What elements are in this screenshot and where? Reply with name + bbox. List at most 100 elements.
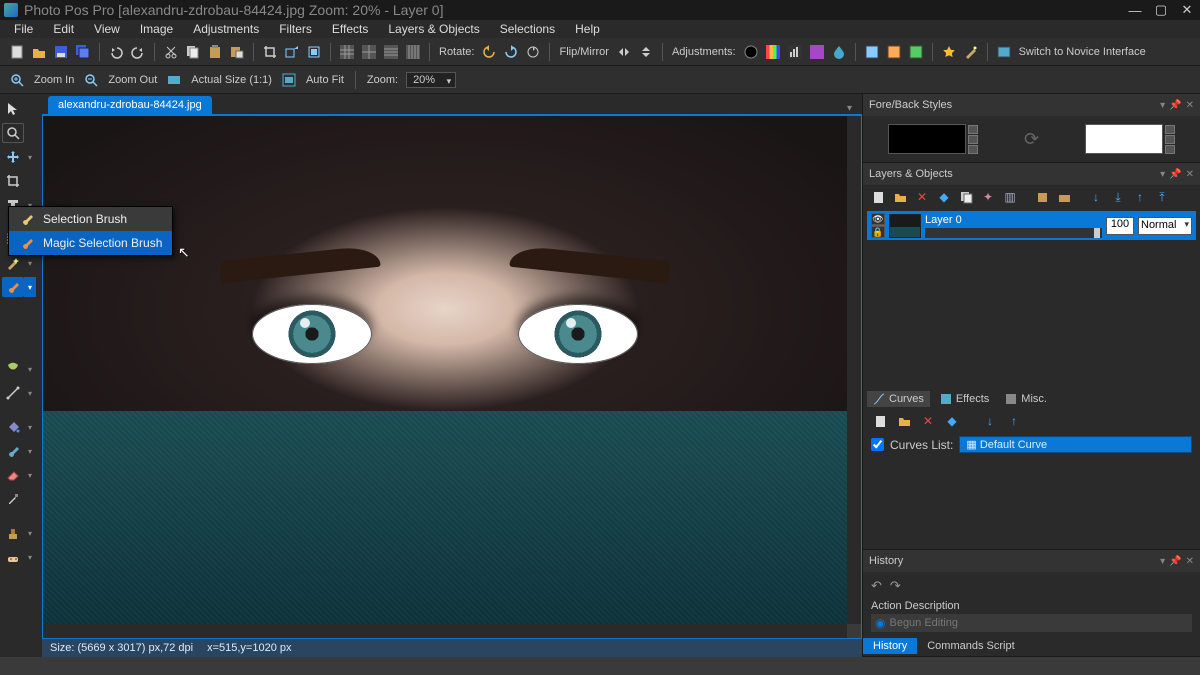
wand-tool-flyout[interactable]: ▾ — [24, 253, 36, 273]
canvas-vertical-scrollbar[interactable] — [847, 116, 861, 624]
line-tool-icon[interactable] — [2, 383, 24, 403]
back-opts-icon[interactable] — [1165, 145, 1175, 154]
curve-down-icon[interactable]: ↓ — [981, 412, 999, 430]
menu-effects[interactable]: Effects — [322, 22, 378, 36]
eraser-tool-icon[interactable] — [2, 465, 24, 485]
copy-icon[interactable] — [184, 43, 202, 61]
history-undo-icon[interactable]: ↶ — [871, 578, 882, 594]
back-reset-icon[interactable] — [1165, 135, 1175, 144]
layer-new-icon[interactable] — [869, 188, 887, 206]
pointer-tool-icon[interactable] — [2, 99, 24, 119]
swap-colors-icon[interactable]: ⟳ — [1011, 124, 1051, 154]
layer-merge-icon[interactable] — [1033, 188, 1051, 206]
wand-tool-icon[interactable] — [2, 253, 24, 273]
undo-icon[interactable] — [107, 43, 125, 61]
eraser-tool-flyout[interactable]: ▾ — [24, 465, 36, 485]
curves-list-checkbox[interactable] — [871, 438, 884, 451]
grid2-icon[interactable] — [360, 43, 378, 61]
curve-open-icon[interactable] — [895, 412, 913, 430]
adj-levels-icon[interactable] — [786, 43, 804, 61]
layers-close-icon[interactable]: ✕ — [1186, 169, 1194, 180]
auto-fit-icon[interactable] — [280, 71, 298, 89]
history-bottom-tab[interactable]: History — [863, 638, 917, 654]
panel-pin-icon[interactable]: 📌 — [1169, 100, 1181, 111]
adj-gradient-icon[interactable] — [764, 43, 782, 61]
layer-name[interactable]: Layer 0 — [925, 214, 1102, 226]
layer-delete-icon[interactable]: ✕ — [913, 188, 931, 206]
grid1-icon[interactable] — [338, 43, 356, 61]
history-pin-icon[interactable]: 📌 — [1169, 556, 1181, 567]
history-redo-icon[interactable]: ↷ — [890, 578, 901, 594]
curves-tab[interactable]: Curves — [867, 391, 930, 407]
zoom-in-label[interactable]: Zoom In — [34, 74, 74, 86]
layer-row[interactable]: 👁🔒 Layer 0 100 Normal — [867, 211, 1196, 240]
clone-tool-icon[interactable] — [2, 523, 24, 543]
background-swatch[interactable] — [1085, 124, 1163, 154]
move-tool-icon[interactable] — [2, 147, 24, 167]
menu-image[interactable]: Image — [130, 22, 183, 36]
menu-filters[interactable]: Filters — [269, 22, 322, 36]
rotate-free-icon[interactable] — [524, 43, 542, 61]
adj-hue-icon[interactable] — [742, 43, 760, 61]
adj-star-icon[interactable] — [940, 43, 958, 61]
layer-blend-select[interactable]: Normal — [1138, 217, 1192, 235]
menu-view[interactable]: View — [84, 22, 130, 36]
canvas[interactable] — [42, 116, 862, 639]
flip-h-icon[interactable] — [615, 43, 633, 61]
layer-opacity-input[interactable]: 100 — [1106, 217, 1134, 235]
minimize-button[interactable]: — — [1126, 3, 1144, 17]
zoom-in-icon[interactable] — [8, 71, 26, 89]
menu-file[interactable]: File — [4, 22, 43, 36]
menu-adjustments[interactable]: Adjustments — [183, 22, 269, 36]
layer-visible-icon[interactable]: 👁 — [871, 213, 885, 225]
auto-fit-label[interactable]: Auto Fit — [306, 74, 344, 86]
menu-selections[interactable]: Selections — [490, 22, 565, 36]
zoom-select[interactable]: 20%▾ — [406, 72, 456, 88]
move-tool-flyout[interactable]: ▾ — [24, 147, 36, 167]
layer-bottom-icon[interactable]: ⤓ — [1109, 188, 1127, 206]
rotate-ccw-icon[interactable] — [480, 43, 498, 61]
fore-opts-icon[interactable] — [968, 145, 978, 154]
canvas-horizontal-scrollbar[interactable] — [43, 624, 847, 638]
layer-open-icon[interactable] — [891, 188, 909, 206]
layer-flatten-icon[interactable] — [1055, 188, 1073, 206]
back-picker-icon[interactable] — [1165, 125, 1175, 134]
layers-menu-icon[interactable]: ▾ — [1160, 169, 1165, 180]
layer-top-icon[interactable]: ⤒ — [1153, 188, 1171, 206]
open-icon[interactable] — [30, 43, 48, 61]
resize-icon[interactable] — [283, 43, 301, 61]
layer-opacity-slider[interactable] — [925, 228, 1102, 238]
adj-frame3-icon[interactable] — [907, 43, 925, 61]
adj-colorize-icon[interactable] — [808, 43, 826, 61]
paste-icon[interactable] — [206, 43, 224, 61]
layer-dup-icon[interactable] — [957, 188, 975, 206]
magic-selection-brush-option[interactable]: Magic Selection Brush — [9, 231, 172, 255]
zoom-out-label[interactable]: Zoom Out — [108, 74, 157, 86]
adj-frame2-icon[interactable] — [885, 43, 903, 61]
rotate-cw-icon[interactable] — [502, 43, 520, 61]
adj-frame1-icon[interactable] — [863, 43, 881, 61]
history-menu-icon[interactable]: ▾ — [1160, 556, 1165, 567]
crop-icon[interactable] — [261, 43, 279, 61]
close-button[interactable]: ✕ — [1178, 3, 1196, 17]
actual-size-icon[interactable] — [165, 71, 183, 89]
line-tool-flyout[interactable]: ▾ — [24, 383, 36, 403]
layer-up-icon[interactable]: ↑ — [1131, 188, 1149, 206]
novice-icon[interactable] — [995, 43, 1013, 61]
brush-tool-flyout[interactable]: ▾ — [24, 441, 36, 461]
layers-pin-icon[interactable]: 📌 — [1169, 169, 1181, 180]
new-icon[interactable] — [8, 43, 26, 61]
history-close-icon[interactable]: ✕ — [1186, 556, 1194, 567]
selection-brush-tool-icon[interactable] — [2, 277, 24, 297]
brush-tool-icon[interactable] — [2, 441, 24, 461]
misc-tab[interactable]: Misc. — [999, 391, 1053, 407]
canvas-resize-icon[interactable] — [305, 43, 323, 61]
document-tab[interactable]: alexandru-zdrobau-84424.jpg — [48, 96, 212, 114]
fore-picker-icon[interactable] — [968, 125, 978, 134]
layer-mask-icon[interactable]: ▥ — [1001, 188, 1019, 206]
menu-layers[interactable]: Layers & Objects — [378, 22, 489, 36]
selection-brush-option[interactable]: Selection Brush — [9, 207, 172, 231]
panel-menu-icon[interactable]: ▾ — [1160, 100, 1165, 111]
eyedropper-tool-icon[interactable] — [2, 489, 24, 509]
zoom-out-icon[interactable] — [82, 71, 100, 89]
